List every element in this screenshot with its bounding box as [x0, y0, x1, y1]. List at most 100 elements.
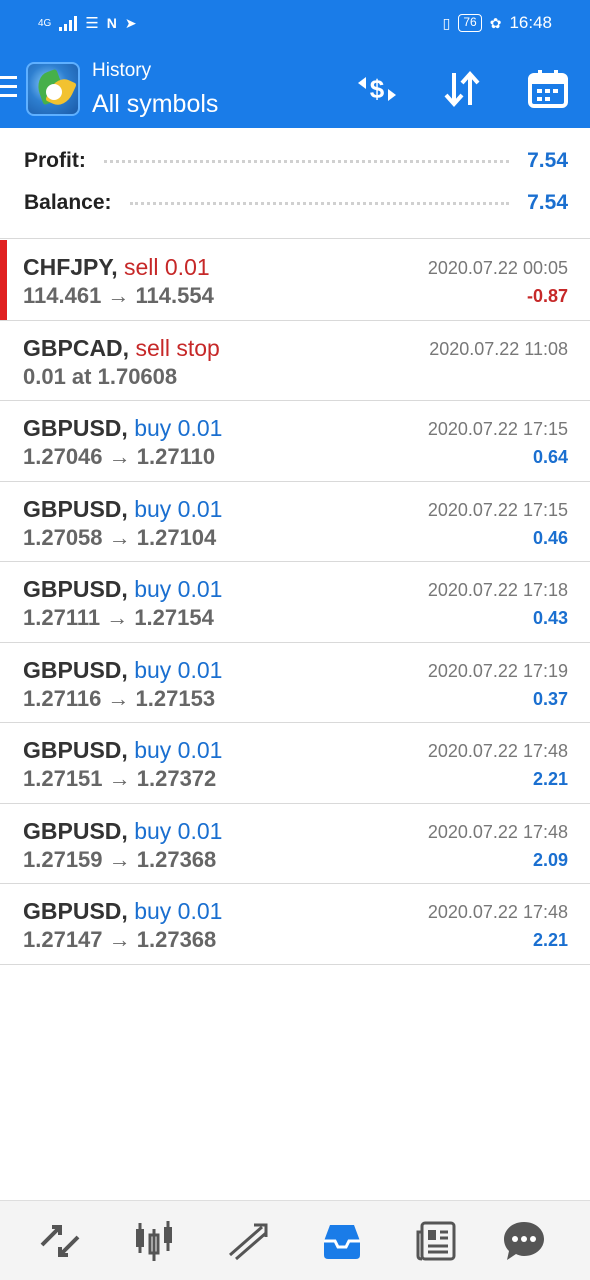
trade-profit: 0.37 [532, 688, 568, 709]
trade-type: buy 0.01 [134, 656, 223, 683]
sort-button[interactable] [437, 64, 487, 114]
status-right: ▯ 76 ✿ 16:48 [443, 13, 552, 33]
calendar-icon [528, 70, 568, 108]
trade-profit: 2.21 [532, 930, 568, 950]
status-left: 4G ☰ N ➤ [38, 14, 137, 33]
trade-type: buy 0.01 [134, 415, 223, 441]
trade-title: CHFJPY, sell 0.01 [23, 254, 210, 281]
trade-profit: 0.46 [532, 527, 568, 548]
quotes-icon [40, 1225, 80, 1257]
balance-value: 7.54 [527, 191, 568, 214]
nfc-icon: N [106, 15, 117, 31]
profit-row: Profit: 7.54 [24, 146, 568, 176]
wifi-icon: ☰ [85, 15, 99, 32]
nav-chart[interactable] [128, 1215, 180, 1267]
trade-prices: 1.27058 → 1.27104 [23, 524, 217, 550]
history-icon [324, 1225, 360, 1259]
trade-date: 2020.07.22 17:48 [427, 902, 568, 922]
trade-date: 2020.07.22 17:15 [427, 419, 568, 439]
trade-prices: 0.01 at 1.70608 [23, 363, 178, 389]
trade-title: GBPUSD, buy 0.01 [23, 576, 222, 603]
trade-type: sell 0.01 [123, 254, 210, 280]
vibrate-icon: ▯ [442, 14, 451, 31]
app-logo [26, 62, 80, 116]
currency-exchange-button[interactable]: $ [352, 64, 402, 114]
trade-list: CHFJPY, sell 0.01 114.461 → 114.554 2020… [0, 240, 590, 965]
nav-chat[interactable] [498, 1215, 550, 1267]
trade-type: buy 0.01 [134, 898, 223, 924]
trade-type: buy 0.01 [134, 576, 223, 602]
nav-quotes[interactable] [34, 1215, 86, 1267]
trade-type: buy 0.01 [134, 495, 223, 522]
trade-date: 2020.07.22 17:18 [427, 580, 568, 600]
menu-icon[interactable] [0, 76, 18, 100]
svg-text:$: $ [370, 74, 385, 104]
trade-date: 2020.07.22 11:08 [429, 338, 568, 359]
chart-icon [136, 1221, 172, 1261]
telegram-icon: ➤ [124, 14, 137, 31]
trade-prices: 114.461 → 114.554 [23, 283, 214, 308]
trade-row[interactable]: GBPUSD, buy 0.01 1.27116 → 1.27153 2020.… [0, 643, 590, 723]
trade-row[interactable]: GBPUSD, buy 0.01 1.27147 → 1.27368 2020.… [0, 884, 590, 965]
trade-title: GBPUSD, buy 0.01 [23, 496, 222, 523]
trade-row[interactable]: CHFJPY, sell 0.01 114.461 → 114.554 2020… [0, 240, 590, 321]
trade-title: GBPUSD, buy 0.01 [23, 737, 222, 764]
clock-time: 16:48 [509, 13, 552, 32]
trade-symbol: GBPUSD, [23, 495, 128, 522]
profit-value: 7.54 [527, 149, 568, 172]
nav-trade[interactable] [222, 1215, 274, 1267]
trade-prices: 1.27159 → 1.27368 [23, 846, 217, 872]
account-summary: Profit: 7.54 Balance: 7.54 [0, 128, 590, 239]
trade-type: buy 0.01 [134, 737, 223, 763]
calendar-button[interactable] [523, 64, 573, 114]
trade-title: GBPUSD, buy 0.01 [23, 415, 222, 442]
trade-symbol: GBPUSD, [23, 576, 128, 602]
trade-row[interactable]: GBPUSD, buy 0.01 1.27046 → 1.27110 2020.… [0, 401, 590, 482]
trade-profit: -0.87 [526, 286, 568, 306]
symbol-filter[interactable]: All symbols [92, 90, 218, 119]
nav-news[interactable] [410, 1215, 462, 1267]
trade-prices: 1.27111 → 1.27154 [23, 605, 214, 630]
signal-icon [59, 15, 78, 31]
trade-row[interactable]: GBPUSD, buy 0.01 1.27058 → 1.27104 2020.… [0, 482, 590, 562]
trade-symbol: GBPUSD, [23, 737, 128, 763]
trade-date: 2020.07.22 17:48 [427, 741, 568, 761]
balance-row: Balance: 7.54 [24, 188, 568, 218]
trade-title: GBPUSD, buy 0.01 [23, 898, 222, 925]
chat-icon [504, 1222, 544, 1260]
trade-row[interactable]: GBPUSD, buy 0.01 1.27111 → 1.27154 2020.… [0, 562, 590, 643]
bottom-nav [0, 1200, 590, 1280]
trade-row[interactable]: GBPUSD, buy 0.01 1.27151 → 1.27372 2020.… [0, 723, 590, 804]
trade-date: 2020.07.22 17:19 [427, 660, 568, 681]
trade-profit: 0.64 [532, 447, 568, 467]
page-title: History [92, 60, 152, 81]
trade-symbol: GBPCAD, [23, 334, 130, 361]
trade-icon [229, 1223, 268, 1261]
status-bar: 4G ☰ N ➤ ▯ 76 ✿ 16:48 [0, 0, 590, 50]
trade-prices: 1.27147 → 1.27368 [23, 927, 217, 952]
trade-symbol: GBPUSD, [23, 817, 128, 844]
balance-label: Balance: [24, 191, 112, 214]
trade-profit: 2.09 [532, 849, 568, 870]
trade-prices: 1.27046 → 1.27110 [23, 444, 216, 469]
trade-symbol: GBPUSD, [23, 898, 128, 924]
trade-profit: 0.43 [532, 608, 568, 628]
dotted-leader [103, 159, 510, 163]
news-icon [416, 1221, 456, 1261]
trade-title: GBPCAD, sell stop [23, 335, 220, 362]
trade-prices: 1.27116 → 1.27153 [23, 685, 216, 711]
trade-type: sell stop [135, 334, 220, 361]
trade-type: buy 0.01 [134, 817, 223, 844]
trade-title: GBPUSD, buy 0.01 [23, 657, 222, 684]
trade-row[interactable]: GBPCAD, sell stop 0.01 at 1.70608 2020.0… [0, 321, 590, 401]
nav-history[interactable] [316, 1215, 368, 1267]
trade-symbol: GBPUSD, [23, 415, 128, 441]
dotted-leader [129, 201, 510, 205]
trade-profit: 2.21 [532, 769, 568, 789]
sort-icon [444, 70, 480, 108]
trade-row[interactable]: GBPUSD, buy 0.01 1.27159 → 1.27368 2020.… [0, 804, 590, 884]
trade-date: 2020.07.22 00:05 [427, 258, 568, 278]
trade-symbol: CHFJPY, [23, 254, 118, 280]
trade-symbol: GBPUSD, [23, 656, 128, 683]
battery-icon: 76 [458, 14, 482, 32]
